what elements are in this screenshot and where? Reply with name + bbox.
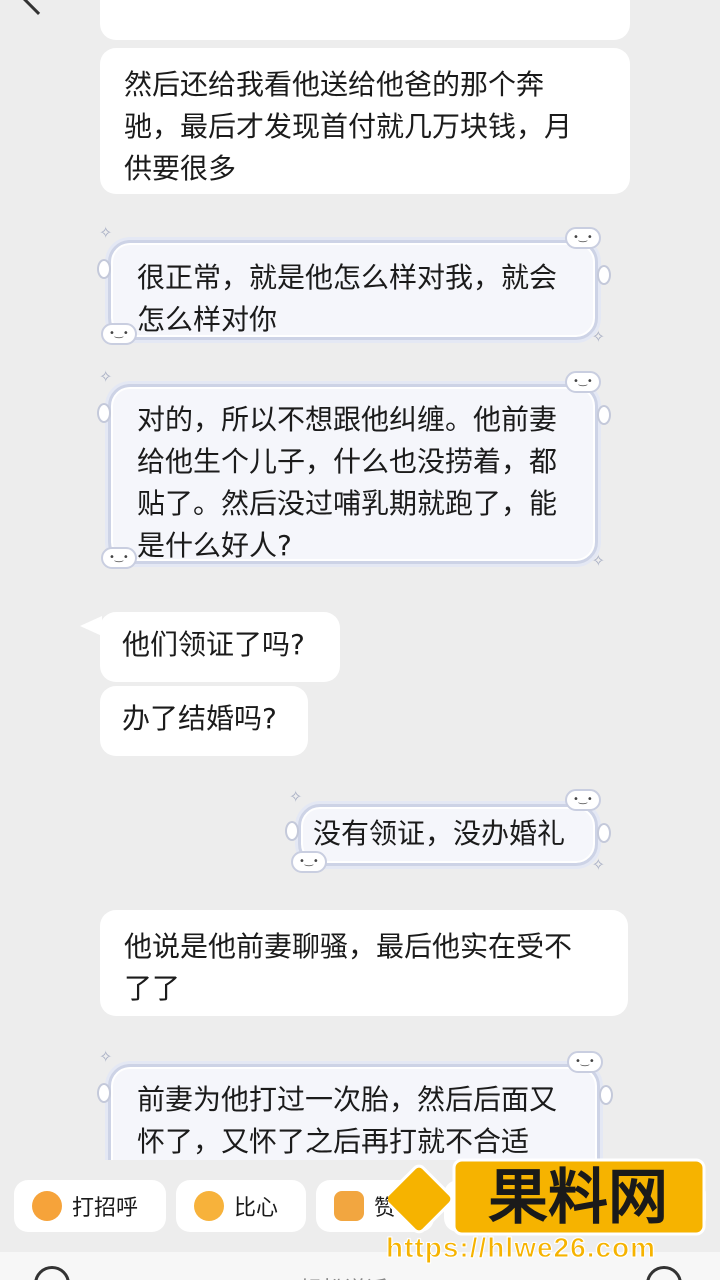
message-bubble[interactable]: 他说是他前妻聊骚，最后他实在受不 了了 [100, 910, 628, 1016]
message-line: 怀了，又怀了之后再打就不合适 [137, 1125, 530, 1158]
watermark-url: https://hlwe26.com [385, 1232, 657, 1264]
message-line: 给他生个儿子，什么也没捞着，都 [137, 445, 558, 478]
quick-reply-label: 比心 [234, 1196, 279, 1221]
message-bubble-decorated[interactable]: ✧ ✧ 没有领证，没办婚礼 [285, 789, 611, 873]
message-line: 很正常，就是他怎么样对我，就会 [137, 261, 558, 294]
quick-reply-heart[interactable]: 比心 [176, 1180, 306, 1232]
quick-reply-label: 赞 [374, 1196, 397, 1221]
sparkle-icon: ✧ [289, 787, 303, 806]
heart-hand-emoji-icon [194, 1191, 224, 1221]
message-bubble-decorated[interactable]: ✧ 前妻为他打过一次胎，然后后面又 怀了，又怀了之后再打就不合适 [97, 1049, 613, 1160]
message-line: 供要很多 [124, 152, 237, 185]
quick-reply-label: 打招呼 [72, 1196, 139, 1221]
message-bubble-partial [100, 0, 630, 40]
message-line: 驰，最后才发现首付就几万块钱，月 [124, 110, 573, 143]
quick-reply-cry[interactable]: 哭哭 [444, 1180, 576, 1232]
message-line: 是什么好人? [137, 529, 292, 562]
message-line: 办了结婚吗? [122, 702, 277, 735]
message-bubble-decorated[interactable]: ✧ ✧ 对的，所以不想跟他纠缠。他前妻 给他生个儿子，什么也没捞着，都 贴了。然… [97, 369, 611, 569]
cloud-face-icon [565, 227, 601, 249]
quick-reply-like[interactable]: 赞 [316, 1180, 434, 1232]
sparkle-icon: ✧ [591, 551, 605, 570]
cloud-face-icon [101, 323, 137, 345]
message-bubble[interactable]: 他们领证了吗? [100, 612, 340, 682]
message-line: 怎么样对你 [137, 303, 278, 336]
message-line: 然后还给我看他送给他爸的那个奔 [124, 68, 545, 101]
voice-icon[interactable] [34, 1266, 70, 1280]
cloud-face-icon [291, 851, 327, 873]
leaf-icon [97, 403, 111, 423]
message-bubble[interactable]: 然后还给我看他送给他爸的那个奔 驰，最后才发现首付就几万块钱，月 供要很多 [100, 48, 630, 194]
wave-emoji-icon [32, 1191, 62, 1221]
chat-area[interactable]: 然后还给我看他送给他爸的那个奔 驰，最后才发现首付就几万块钱，月 供要很多 ✧ … [0, 0, 720, 1160]
cloud-face-icon [567, 1051, 603, 1073]
leaf-icon [285, 821, 299, 841]
leaf-icon [597, 405, 611, 425]
bubble-tail [80, 616, 102, 636]
cry-emoji-icon [462, 1191, 492, 1221]
message-line: 他说是他前妻聊骚，最后他实在受不 [124, 930, 573, 963]
message-bubble-decorated[interactable]: ✧ ✧ 很正常，就是他怎么样对我，就会 怎么样对你 [97, 225, 611, 345]
message-line: 对的，所以不想跟他纠缠。他前妻 [137, 403, 558, 436]
quick-reply-hug[interactable]: 抱抱 [586, 1180, 706, 1232]
thumbs-up-icon [334, 1191, 364, 1221]
leaf-icon [597, 265, 611, 285]
quick-reply-greet[interactable]: 打招呼 [14, 1180, 166, 1232]
sparkle-icon: ✧ [99, 367, 113, 386]
message-line: 前妻为他打过一次胎，然后后面又 [137, 1083, 558, 1116]
quick-reply-label: 哭哭 [502, 1196, 547, 1221]
leaf-icon [97, 1083, 111, 1103]
emoji-icon[interactable] [646, 1266, 682, 1280]
sparkle-icon: ✧ [99, 1047, 113, 1066]
sparkle-icon: ✧ [591, 327, 605, 346]
leaf-icon [97, 259, 111, 279]
quick-reply-label: 抱抱 [644, 1196, 689, 1221]
message-line: 他们领证了吗? [122, 628, 305, 661]
message-input[interactable]: 轻松说话 [300, 1272, 388, 1280]
hug-emoji-icon [604, 1191, 634, 1221]
cloud-face-icon [565, 371, 601, 393]
leaf-icon [597, 823, 611, 843]
cloud-face-icon [101, 547, 137, 569]
message-line: 没有领证，没办婚礼 [313, 817, 566, 850]
message-line: 贴了。然后没过哺乳期就跑了，能 [137, 487, 558, 520]
sparkle-icon: ✧ [591, 855, 605, 874]
leaf-icon [599, 1085, 613, 1105]
message-line: 了了 [124, 972, 181, 1005]
message-bubble[interactable]: 办了结婚吗? [100, 686, 308, 756]
sparkle-icon: ✧ [99, 223, 113, 242]
cloud-face-icon [565, 789, 601, 811]
